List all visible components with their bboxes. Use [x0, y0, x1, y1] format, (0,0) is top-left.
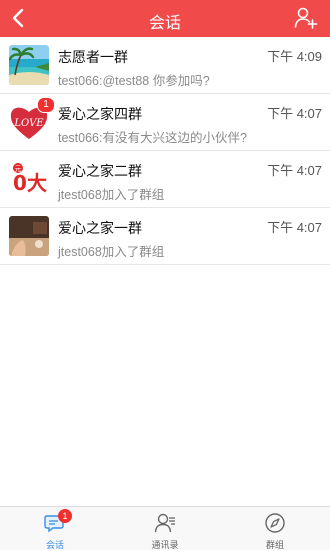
conversation-name: 爱心之家二群 — [58, 163, 142, 179]
conversation-last-message: jtest068加入了群组 — [58, 188, 165, 202]
conversation-time: 下午 4:09 — [267, 49, 322, 64]
conversation-name: 爱心之家一群 — [58, 220, 142, 236]
avatar: 元 0大 — [9, 159, 49, 199]
tab-label: 通讯录 — [151, 540, 179, 550]
compass-icon — [265, 513, 285, 533]
avatar-text: 0大 — [13, 171, 47, 195]
conversation-time: 下午 4:07 — [267, 220, 322, 235]
conversation-item[interactable]: LOVE 1 爱心之家四群 下午 4:07 test066:有没有大兴这边的小伙… — [0, 94, 330, 151]
tab-contacts[interactable]: 通讯录 — [110, 507, 220, 550]
contacts-icon — [154, 513, 175, 533]
tab-conversations[interactable]: 1 会话 — [0, 507, 110, 550]
conversation-item[interactable]: 爱心之家一群 下午 4:07 jtest068加入了群组 — [0, 208, 330, 265]
unread-badge: 1 — [58, 509, 72, 523]
tab-groups[interactable]: 群组 — [220, 507, 330, 550]
page-title: 会话 — [148, 15, 181, 32]
avatar-text: LOVE — [13, 118, 44, 129]
unread-badge: 1 — [37, 97, 55, 113]
bottom-tab-bar: 1 会话 通讯录 群组 — [0, 506, 330, 550]
top-bar: 会话 — [0, 0, 330, 37]
photo-avatar — [9, 216, 49, 256]
conversation-item[interactable]: 志愿者一群 下午 4:09 test066:@test88 你参加吗? — [0, 37, 330, 94]
beach-image-avatar — [9, 45, 49, 85]
tab-label: 会话 — [45, 540, 64, 550]
conversation-time: 下午 4:07 — [267, 163, 322, 178]
conversation-name: 爱心之家四群 — [58, 106, 142, 122]
promo-logo-avatar: 元 0大 — [9, 159, 49, 199]
conversation-name: 志愿者一群 — [58, 49, 128, 65]
avatar: LOVE 1 — [9, 97, 55, 142]
conversation-last-message: test066:有没有大兴这边的小伙伴? — [58, 131, 247, 145]
conversation-item[interactable]: 元 0大 爱心之家二群 下午 4:07 jtest068加入了群组 — [0, 151, 330, 208]
conversation-list: 志愿者一群 下午 4:09 test066:@test88 你参加吗? LOVE… — [0, 37, 330, 265]
add-contact-icon[interactable] — [294, 6, 318, 30]
conversation-last-message: jtest068加入了群组 — [58, 245, 165, 259]
conversation-time: 下午 4:07 — [267, 106, 322, 121]
conversation-last-message: test066:@test88 你参加吗? — [58, 74, 210, 88]
avatar — [9, 45, 49, 85]
tab-label: 群组 — [265, 540, 284, 550]
avatar — [9, 216, 49, 256]
